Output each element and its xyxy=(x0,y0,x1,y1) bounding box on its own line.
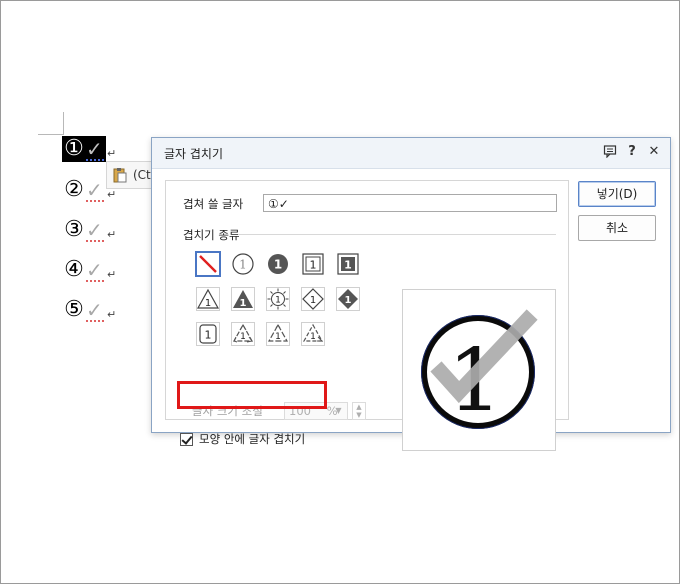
clipboard-icon xyxy=(113,167,127,183)
document-line[interactable]: ⑤ ✓ ↵ xyxy=(62,295,116,325)
svg-text:1: 1 xyxy=(205,298,211,309)
group-divider xyxy=(238,234,556,235)
svg-text:1: 1 xyxy=(240,332,246,342)
svg-text:1: 1 xyxy=(240,298,247,309)
type-triangle-outline-button[interactable]: 1 xyxy=(195,286,221,312)
svg-text:1: 1 xyxy=(274,258,282,272)
spell-underline xyxy=(86,240,104,242)
svg-text:1: 1 xyxy=(275,296,281,306)
type-square-outline-button[interactable]: 1 xyxy=(300,251,326,277)
none-icon xyxy=(199,255,217,273)
dialog-titlebar[interactable]: 글자 겹치기 ? ✕ xyxy=(152,138,670,169)
type-recycle-2-button[interactable]: 1 xyxy=(265,321,291,347)
paste-options-tag[interactable]: (Ct xyxy=(106,161,155,189)
dialog-title: 글자 겹치기 xyxy=(164,147,224,161)
type-circle-filled-button[interactable]: 1 xyxy=(265,251,291,277)
preview-pane: 1 xyxy=(402,289,556,451)
help-icon[interactable]: ? xyxy=(624,144,640,160)
cancel-button[interactable]: 취소 xyxy=(578,215,656,241)
size-stepper[interactable]: ▲ ▼ xyxy=(352,402,366,420)
paragraph-return-icon: ↵ xyxy=(107,267,117,281)
type-recycle-1-button[interactable]: 1 xyxy=(230,321,256,347)
svg-text:1: 1 xyxy=(345,295,352,306)
chat-icon[interactable] xyxy=(602,144,618,160)
type-rounded-square-button[interactable]: 1 xyxy=(195,321,221,347)
line-number: ① xyxy=(62,136,86,162)
overlap-text-input[interactable]: ①✓ xyxy=(263,194,557,212)
type-none-button[interactable] xyxy=(195,251,221,277)
line-number: ④ xyxy=(64,257,84,282)
margin-guide-vertical xyxy=(63,112,64,134)
overlap-inside-checkbox[interactable] xyxy=(180,432,193,446)
svg-text:1: 1 xyxy=(239,258,247,272)
svg-text:1: 1 xyxy=(275,332,281,342)
spell-underline xyxy=(86,159,104,161)
insert-button[interactable]: 넣기(D) xyxy=(578,181,656,207)
type-diamond-filled-button[interactable]: 1 xyxy=(335,286,361,312)
spell-underline xyxy=(86,320,104,322)
highlight-annotation xyxy=(177,381,327,409)
spell-underline xyxy=(86,280,104,282)
paragraph-return-icon: ↵ xyxy=(107,146,117,160)
close-icon[interactable]: ✕ xyxy=(646,144,662,160)
svg-text:1: 1 xyxy=(205,329,212,342)
line-number: ② xyxy=(64,177,84,202)
type-sun-button[interactable]: 1 xyxy=(265,286,291,312)
svg-text:1: 1 xyxy=(310,259,317,272)
type-circle-outline-button[interactable]: 1 xyxy=(230,251,256,277)
overlap-inside-label: 모양 안에 글자 겹치기 xyxy=(199,432,306,446)
paste-tag-label: (Ct xyxy=(133,168,151,182)
type-triangle-filled-button[interactable]: 1 xyxy=(230,286,256,312)
margin-guide-horizontal xyxy=(38,134,64,135)
type-square-filled-button[interactable]: 1 xyxy=(335,251,361,277)
svg-text:1: 1 xyxy=(310,332,316,342)
checkmark-icon xyxy=(181,432,193,445)
svg-text:1: 1 xyxy=(344,259,352,272)
type-group-label: 겹치기 종류 xyxy=(183,228,240,242)
overlap-text-label: 겹쳐 쓸 글자 xyxy=(183,197,244,211)
svg-text:1: 1 xyxy=(310,295,316,306)
type-diamond-outline-button[interactable]: 1 xyxy=(300,286,326,312)
chevron-down-icon[interactable]: ▼ xyxy=(329,402,348,420)
preview-graphic: 1 xyxy=(421,309,538,431)
paragraph-return-icon: ↵ xyxy=(107,187,117,201)
document-line[interactable]: ③ ✓ ↵ xyxy=(62,215,116,245)
line-number: ⑤ xyxy=(64,297,84,322)
overlap-inside-shape-option[interactable]: 모양 안에 글자 겹치기 xyxy=(180,429,305,449)
type-recycle-3-button[interactable]: 1 xyxy=(300,321,326,347)
paragraph-return-icon: ↵ xyxy=(107,307,117,321)
paragraph-return-icon: ↵ xyxy=(107,227,117,241)
document-line[interactable]: ④ ✓ ↵ xyxy=(62,255,116,285)
spell-underline xyxy=(86,200,104,202)
document-line[interactable]: ① ✓ ↵ xyxy=(62,134,116,164)
line-number: ③ xyxy=(64,217,84,242)
